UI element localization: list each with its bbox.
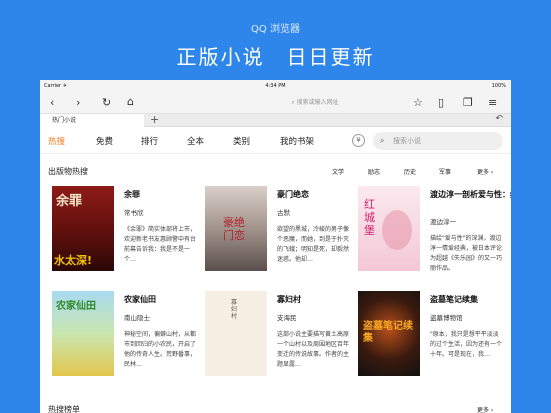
home-icon[interactable]: ⌂: [127, 96, 134, 107]
cover-title: 寡妇村: [231, 299, 238, 320]
book-author: 盗墓博物馆: [430, 314, 463, 322]
novel-search-placeholder: 搜索小说: [393, 137, 421, 145]
nav-categories[interactable]: 类别: [233, 135, 250, 147]
nav-bookshelf[interactable]: 我的书架: [280, 135, 314, 147]
book-card[interactable]: 红城堡 渡边淳一剖析爱与性：红城堡 渡边淳一 描绘"爱与性"的深渊，渡边淳一情爱…: [358, 186, 511, 276]
tabs-icon[interactable]: ❐: [463, 97, 473, 108]
book-description: 这部小说主要描写黄土高原一个山村以及周围地区百年变迁的传说故事。作者的主题显露…: [277, 331, 350, 368]
star-icon[interactable]: ☆: [413, 97, 423, 108]
cover-title: 盗墓笔记续集: [363, 321, 413, 344]
book-cover[interactable]: 红城堡: [358, 186, 420, 271]
clock: 4:34 PM: [265, 83, 286, 89]
coin-icon[interactable]: ¥: [352, 134, 365, 147]
book-author: 常书欣: [124, 209, 144, 217]
section-title-publications: 出版物热搜: [48, 167, 88, 176]
book-title[interactable]: 豪门绝恋: [277, 189, 309, 200]
category-nav: 热搜 免费 排行 全本 类别 我的书架 ¥ ⌕ 搜索小说: [40, 127, 511, 154]
forward-icon[interactable]: ›: [76, 97, 80, 108]
new-tab-icon[interactable]: +: [150, 113, 159, 126]
book-cover[interactable]: 余罪 水太深!: [52, 186, 114, 271]
cover-slogan: 水太深!: [54, 254, 93, 267]
book-author: 渡边淳一: [430, 218, 456, 226]
nav-free[interactable]: 免费: [96, 135, 113, 147]
ipad-screen: Carrier ✈ 4:34 PM 100% ‹ › ↻ ⌂ ⌕ 搜索或输入网址…: [40, 80, 511, 413]
filter-military[interactable]: 军事: [439, 167, 451, 176]
brand-label: QQ 浏览器: [251, 24, 300, 35]
cover-figure: [382, 210, 412, 250]
book-description: 描绘"爱与性"的深渊，渡边淳一情爱经典，被日本评论为超越《失乐园》的又一巧丽作品…: [430, 235, 503, 272]
cover-title: 余罪: [56, 194, 83, 209]
address-bar[interactable]: ⌕ 搜索或输入网址: [190, 96, 440, 109]
nav-ranking[interactable]: 排行: [141, 135, 158, 147]
promo-banner: QQ 浏览器 正版小说 日日更新: [0, 0, 551, 80]
book-author: 南山隐士: [124, 314, 150, 322]
tab-strip: 热门小说 + ↶: [40, 113, 511, 127]
tab-hot-novels[interactable]: 热门小说: [40, 114, 144, 127]
cover-title: 红城堡: [364, 198, 375, 237]
book-description: 欲望的黑城，冷峻的男子像个恶魔，而她，到是于扑灭的飞蛾；明知是死，却毅然迷惑。他…: [277, 226, 350, 263]
reload-icon[interactable]: ↻: [102, 97, 111, 108]
filter-literature[interactable]: 文学: [332, 167, 344, 176]
book-card[interactable]: 盗墓笔记续集 盗墓笔记续集 盗墓博物馆 "原本，我只是想平平淡淡的过个生活，因为…: [358, 291, 511, 381]
book-author: 支海民: [277, 314, 297, 322]
book-cover[interactable]: 农家仙田: [52, 291, 114, 376]
book-author: 古默: [277, 209, 290, 217]
undo-icon[interactable]: ↶: [495, 114, 503, 124]
nav-hot-search[interactable]: 热搜: [48, 135, 65, 147]
battery-label: 100%: [491, 83, 506, 89]
cover-title: 农家仙田: [56, 301, 96, 312]
novel-search-input[interactable]: ⌕ 搜索小说: [373, 132, 503, 150]
book-cover[interactable]: 豪绝门恋: [205, 186, 267, 271]
filter-history[interactable]: 历史: [404, 167, 416, 176]
menu-icon[interactable]: ≡: [488, 97, 497, 108]
book-title[interactable]: 渡边淳一剖析爱与性：红城堡: [430, 189, 511, 201]
address-placeholder: 搜索或输入网址: [296, 99, 339, 106]
nav-complete[interactable]: 全本: [187, 135, 204, 147]
book-description: 《余罪》简实体部将上市，欢迎新老书友惠顾警中有台前幕告诉我：我是不是一个…: [124, 226, 197, 263]
promo-slogan: 正版小说 日日更新: [176, 45, 375, 69]
cover-title: 豪绝门恋: [223, 216, 245, 242]
book-title[interactable]: 盗墓笔记续集: [430, 294, 478, 305]
browser-toolbar: ‹ › ↻ ⌂ ⌕ 搜索或输入网址 ☆ ▯ ❐ ≡: [40, 92, 511, 113]
book-title[interactable]: 农家仙田: [124, 294, 156, 305]
back-icon[interactable]: ‹: [50, 97, 54, 108]
book-description: 神秘空间，偏僻山村，从都市到回归的小农民，开启了他的传奇人生。荒野番事，民林…: [124, 331, 197, 368]
book-title[interactable]: 余罪: [124, 189, 140, 200]
section-title-hot-list: 热搜榜单: [48, 405, 80, 413]
filter-inspirational[interactable]: 励志: [368, 167, 380, 176]
bookmarks-icon[interactable]: ▯: [438, 97, 444, 108]
book-title[interactable]: 寡妇村: [277, 294, 301, 305]
more-link[interactable]: 更多 ›: [477, 405, 493, 413]
book-description: "原本，我只是想平平淡淡的过个生活，因为还有一个十年。可是现在，我…: [430, 331, 503, 358]
more-link[interactable]: 更多 ›: [477, 167, 493, 176]
search-icon: ⌕: [380, 136, 385, 145]
book-cover[interactable]: 寡妇村: [205, 291, 267, 376]
book-cover[interactable]: 盗墓笔记续集: [358, 291, 420, 376]
status-bar: Carrier ✈ 4:34 PM 100%: [40, 80, 511, 92]
